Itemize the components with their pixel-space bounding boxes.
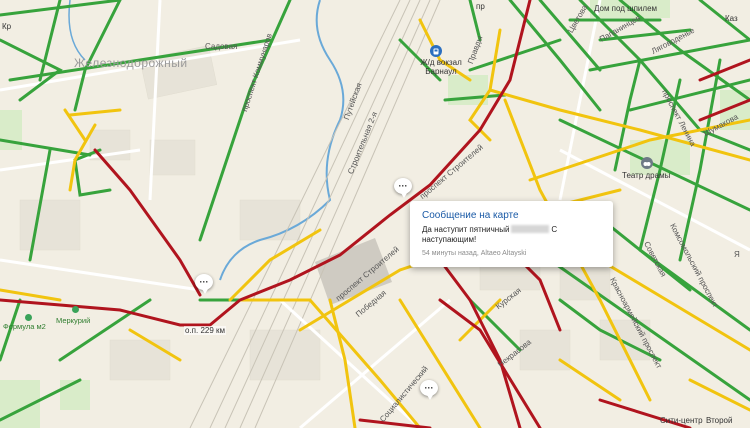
- popup-text-before: Да наступит пятничный: [422, 225, 510, 234]
- traffic-map[interactable]: Железнодорожный Садовая проспект Коммуна…: [0, 0, 750, 428]
- redacted-name: [511, 225, 550, 233]
- shop-icon: [25, 314, 32, 321]
- popup-title[interactable]: Сообщение на карте: [422, 210, 604, 221]
- popup-message: Да наступит пятничный С наступающим!: [422, 225, 604, 245]
- map-canvas: [0, 0, 750, 428]
- chat-bubble-icon[interactable]: ···: [195, 274, 213, 294]
- popup-meta: 54 минуты назад, Altaeo Altayski: [422, 250, 527, 257]
- train-station-icon: [430, 45, 442, 57]
- message-popup[interactable]: Сообщение на карте Да наступит пятничный…: [410, 201, 613, 267]
- shop-icon-2: [72, 306, 79, 313]
- chat-bubble-icon[interactable]: ···: [394, 178, 412, 198]
- chat-bubble-icon[interactable]: ···: [420, 380, 438, 400]
- theatre-icon: [641, 157, 653, 169]
- popup-text-after: С: [551, 225, 558, 234]
- popup-text-line2: наступающим!: [422, 235, 477, 244]
